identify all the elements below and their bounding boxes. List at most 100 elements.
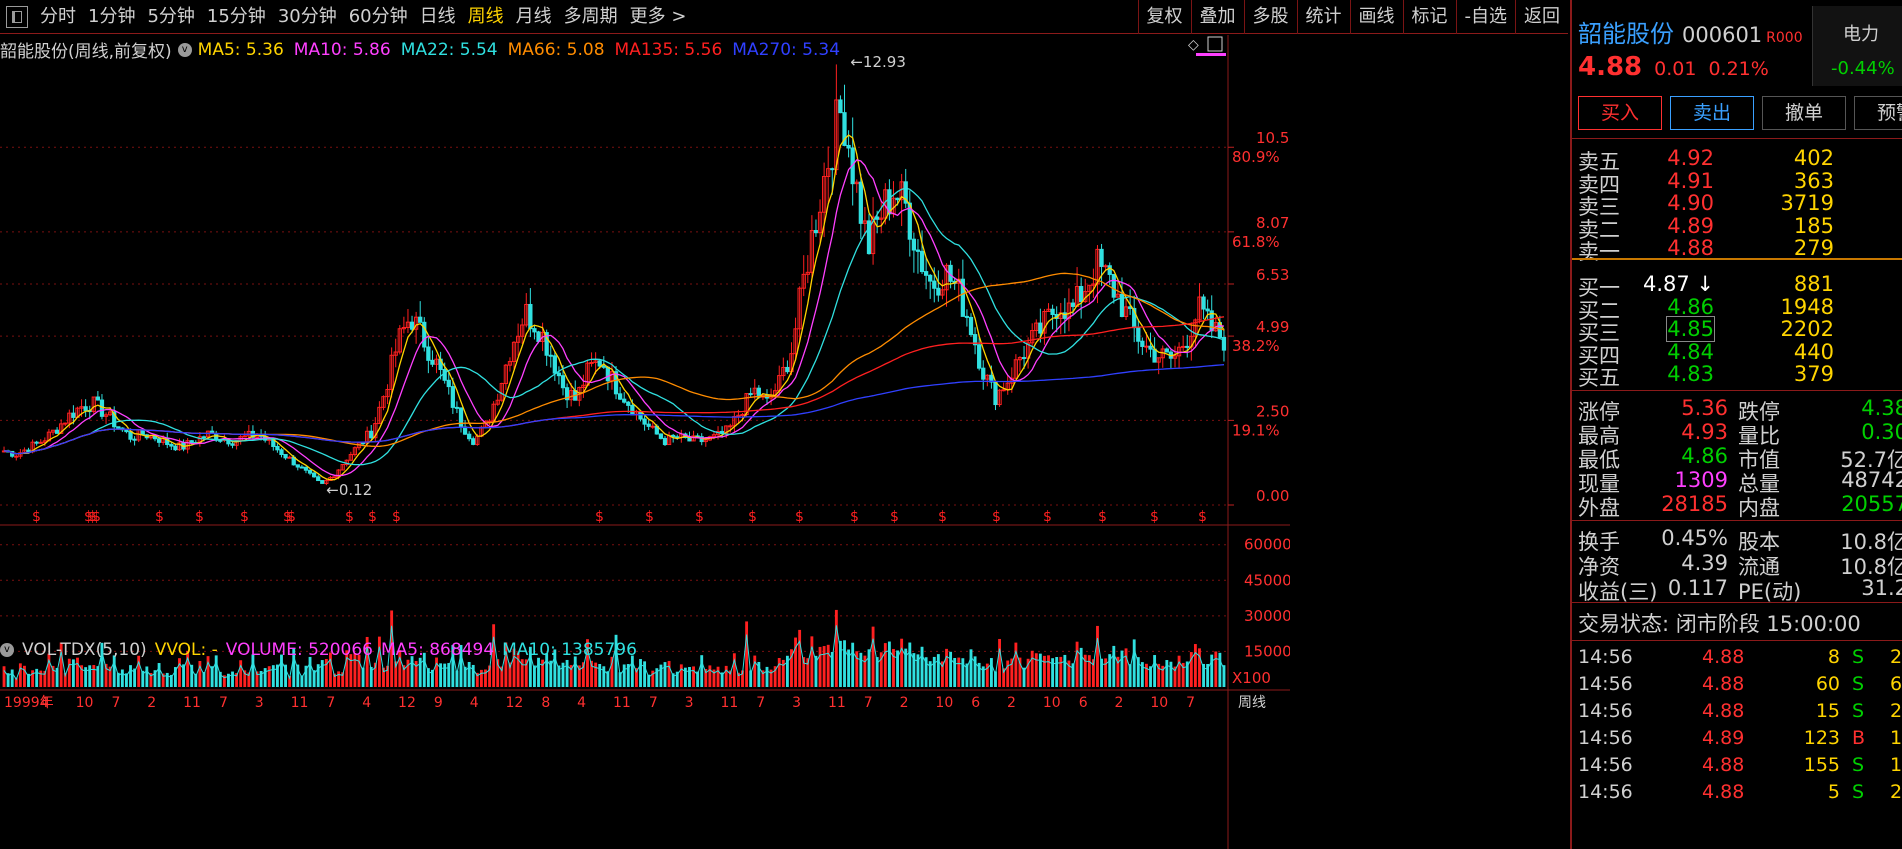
volume-bar	[1047, 655, 1050, 687]
tick-count: 2	[1890, 781, 1902, 803]
period-tab[interactable]: 日线	[414, 0, 462, 34]
toolbar-button[interactable]: 标记	[1402, 0, 1456, 34]
candle	[520, 318, 525, 344]
volume-bar	[945, 648, 948, 687]
volume-bar	[663, 662, 667, 687]
candle	[1164, 347, 1169, 353]
panel-icon	[12, 10, 22, 23]
x-tick: 11	[828, 695, 846, 711]
window-toggle-button[interactable]	[6, 5, 28, 28]
toolbar-button[interactable]: 多股	[1243, 0, 1297, 34]
volume-bar	[700, 655, 704, 687]
period-tab[interactable]: 5分钟	[141, 0, 200, 34]
candle	[993, 381, 998, 411]
svg-text:0.00: 0.00	[1256, 487, 1289, 505]
volume-bar	[1087, 655, 1091, 687]
volume-bar	[88, 665, 92, 687]
candle	[1176, 342, 1182, 368]
toolbar-button[interactable]: 返回	[1515, 0, 1568, 34]
stat-value: 28185	[1661, 492, 1728, 516]
stock-header: 韶能股份 000601 R000	[1578, 14, 1803, 49]
period-tab[interactable]: 多周期	[558, 0, 624, 34]
candle	[581, 374, 586, 398]
buy-button[interactable]: 买入	[1578, 96, 1662, 130]
volume-bar	[129, 665, 132, 687]
period-tab[interactable]: 分时	[34, 0, 82, 34]
layout-icon[interactable]	[1207, 36, 1223, 52]
period-tab[interactable]: 更多 >	[624, 0, 693, 34]
candle	[405, 309, 411, 333]
period-tab[interactable]: 1分钟	[82, 0, 141, 34]
volume-bar	[810, 636, 814, 687]
candle	[1209, 295, 1214, 339]
alert-button[interactable]: 预警	[1854, 96, 1902, 130]
toolbar-button[interactable]: -自选	[1455, 0, 1516, 34]
candle	[601, 356, 606, 369]
period-tab[interactable]: 60分钟	[343, 0, 414, 34]
candle	[22, 447, 27, 454]
ma5-line	[3, 134, 1225, 481]
stock-name: 韶能股份	[1578, 20, 1674, 48]
stat-value: 0.117	[1667, 576, 1728, 600]
candle	[1058, 302, 1063, 335]
tick-side: S	[1852, 673, 1865, 695]
x-tick: 11	[613, 695, 631, 711]
sell-button[interactable]: 卖出	[1670, 96, 1754, 130]
toolbar-button[interactable]: 统计	[1296, 0, 1350, 34]
kline-chart[interactable]: 10.5780.9% 8.0761.8% 6.53 4.9938.2% 2.5019.1…	[0, 35, 1290, 849]
tick-row: 14:56 4.88 5 S 2	[1572, 781, 1902, 808]
toolbar-button[interactable]: 叠加	[1190, 0, 1244, 34]
volume-bar	[936, 654, 940, 687]
candle	[748, 387, 753, 398]
period-tab[interactable]: 15分钟	[201, 0, 272, 34]
candle	[1005, 375, 1010, 395]
candle	[1168, 349, 1174, 369]
candle	[642, 415, 647, 431]
toolbar-button[interactable]: 复权	[1137, 0, 1191, 34]
volume-bar	[308, 656, 312, 687]
stat-item: 股本 10.8亿	[1738, 526, 1902, 554]
legend-options-icon[interactable]: v	[177, 42, 192, 57]
candle	[352, 446, 358, 457]
volume-bar	[765, 666, 769, 687]
svg-text:15000: 15000	[1244, 642, 1290, 660]
ma66-line	[3, 272, 1225, 455]
tick-qty: 60	[1815, 673, 1840, 695]
candle	[679, 429, 684, 443]
tick-side: S	[1852, 754, 1865, 776]
candle	[1099, 243, 1104, 286]
candle	[662, 436, 668, 447]
price-tick: 4.9938.2%	[0, 318, 1289, 355]
candle	[997, 388, 1002, 407]
dividend-marker: $	[1150, 509, 1159, 525]
toolbar-button[interactable]: 画线	[1349, 0, 1403, 34]
candle	[169, 442, 174, 451]
candle	[1189, 322, 1194, 361]
candle	[279, 448, 284, 458]
x-tick: 11	[720, 695, 738, 711]
diamond-icon[interactable]: ◇	[1188, 37, 1199, 53]
x-tick: 9	[434, 695, 443, 711]
stat-value: 0.45%	[1661, 526, 1728, 550]
stat-item: 内盘 20557	[1738, 492, 1902, 520]
sector-box[interactable]: 电力 -0.44%	[1812, 6, 1902, 86]
bid-row[interactable]: 买五 4.83 379	[1572, 362, 1902, 390]
candle	[915, 239, 921, 274]
period-tab[interactable]: 30分钟	[272, 0, 343, 34]
price-tick: 0.00	[0, 487, 1289, 506]
candle	[418, 301, 423, 323]
volume-legend-item: VOLUME: 520066	[225, 640, 373, 660]
price-line: 4.88 0.01 0.21%	[1578, 52, 1769, 82]
candle	[866, 213, 872, 255]
stock-code: 000601	[1682, 23, 1763, 47]
volume-bar	[1030, 650, 1034, 687]
candle	[907, 190, 912, 257]
cancel-order-button[interactable]: 撤单	[1762, 96, 1846, 130]
volume-options-icon[interactable]: v	[0, 643, 14, 657]
period-tab[interactable]: 周线	[462, 0, 510, 34]
volume-bar	[1210, 654, 1214, 687]
candle	[691, 430, 696, 442]
volume-bar	[1169, 661, 1173, 687]
period-tab[interactable]: 月线	[510, 0, 558, 34]
candle	[132, 436, 137, 446]
